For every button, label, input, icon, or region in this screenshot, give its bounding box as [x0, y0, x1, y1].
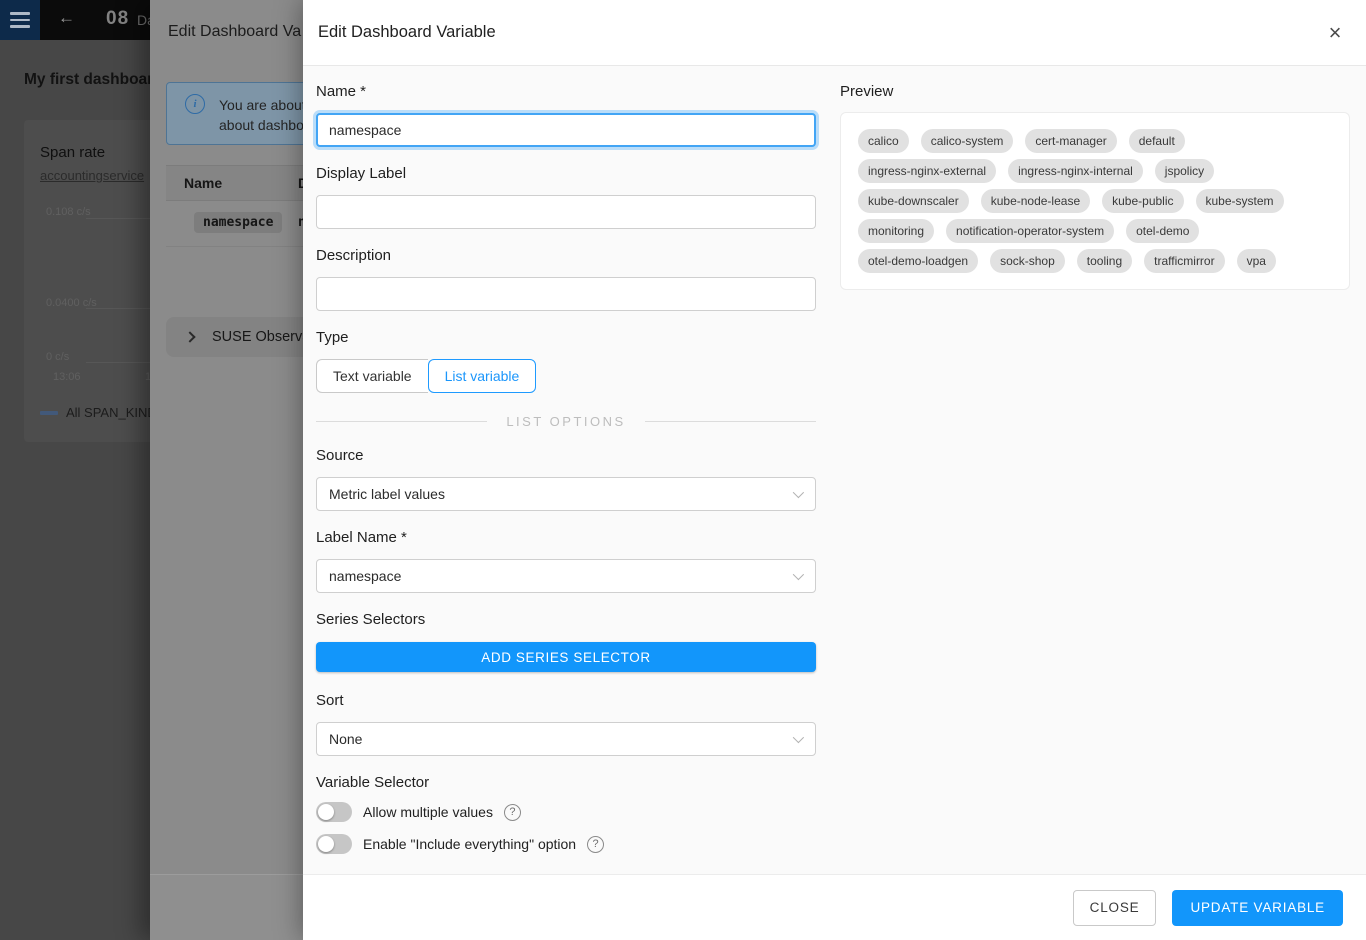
include-everything-row: Enable "Include everything" option ? — [316, 833, 816, 855]
chip-row: kube-downscaler kube-node-lease kube-publi… — [858, 189, 1332, 213]
preview-chip: otel-demo — [1126, 219, 1199, 243]
display-label-field-label: Display Label — [316, 165, 816, 182]
type-toggle-group: Text variable List variable — [316, 359, 816, 393]
preview-chip: cert-manager — [1025, 129, 1116, 153]
preview-chip-rows: calico calico-system cert-manager default in… — [858, 129, 1332, 273]
type-option-text-variable[interactable]: Text variable — [316, 359, 428, 393]
chip-row: ingress-nginx-external ingress-nginx-inte… — [858, 159, 1332, 183]
allow-multiple-values-row: Allow multiple values ? — [316, 801, 816, 823]
preview-chip: trafficmirror — [1144, 249, 1224, 273]
x-axis-tick: 13:06 — [53, 371, 81, 383]
legend-line-swatch — [40, 411, 58, 415]
name-input[interactable] — [316, 113, 816, 147]
chip-row: monitoring notification-operator-system ot… — [858, 219, 1332, 243]
label-name-select-value: namespace — [329, 568, 401, 584]
preview-chip: ingress-nginx-external — [858, 159, 996, 183]
display-label-input[interactable] — [316, 195, 816, 229]
list-options-divider: LIST OPTIONS — [316, 414, 816, 429]
chevron-down-icon — [793, 569, 804, 580]
y-axis-tick: 0 c/s — [46, 351, 69, 363]
toggle-label: Allow multiple values — [363, 804, 493, 820]
help-icon[interactable]: ? — [504, 804, 521, 821]
alert-text-line: You are about t — [219, 97, 313, 113]
description-field-label: Description — [316, 247, 816, 264]
panel-title: Span rate — [40, 144, 105, 161]
preview-chip: kube-node-lease — [981, 189, 1090, 213]
sort-field-label: Sort — [316, 692, 816, 709]
variable-name-chip: namespace — [194, 212, 282, 233]
divider-line — [316, 421, 487, 422]
close-icon[interactable]: × — [1320, 18, 1350, 48]
include-everything-toggle[interactable] — [316, 834, 352, 854]
preview-chip: jspolicy — [1155, 159, 1214, 183]
preview-chip: tooling — [1077, 249, 1132, 273]
divider-label: LIST OPTIONS — [487, 414, 644, 429]
chevron-down-icon — [793, 732, 804, 743]
help-icon[interactable]: ? — [587, 836, 604, 853]
preview-chip: calico-system — [921, 129, 1014, 153]
name-field-label: Name * — [316, 83, 816, 100]
close-button[interactable]: CLOSE — [1073, 890, 1157, 926]
preview-section: Preview calico calico-system cert-manager d… — [840, 66, 1350, 874]
preview-chip: monitoring — [858, 219, 934, 243]
modal-body: Name * Display Label Description Type Te… — [303, 66, 1366, 874]
modal-header: Edit Dashboard Variable × — [303, 0, 1366, 66]
sort-select[interactable]: None — [316, 722, 816, 756]
edit-dashboard-variable-modal: Edit Dashboard Variable × Name * Display… — [303, 0, 1366, 940]
chip-row: calico calico-system cert-manager default — [858, 129, 1332, 153]
source-select-value: Metric label values — [329, 486, 445, 502]
sort-select-value: None — [329, 731, 362, 747]
preview-chip: kube-downscaler — [858, 189, 969, 213]
preview-card: calico calico-system cert-manager default in… — [840, 112, 1350, 290]
allow-multiple-values-toggle[interactable] — [316, 802, 352, 822]
preview-chip: otel-demo-loadgen — [858, 249, 978, 273]
column-header-name: Name — [184, 175, 222, 191]
chart-legend-item[interactable]: All SPAN_KIND_ — [40, 405, 164, 420]
preview-chip: calico — [858, 129, 909, 153]
variable-form: Name * Display Label Description Type Te… — [316, 66, 816, 874]
panel-service-link[interactable]: accountingservice — [40, 168, 144, 183]
preview-chip: default — [1129, 129, 1185, 153]
preview-chip: kube-public — [1102, 189, 1183, 213]
preview-chip: kube-system — [1196, 189, 1284, 213]
preview-heading: Preview — [840, 83, 1350, 100]
series-selectors-label: Series Selectors — [316, 611, 816, 628]
source-field-label: Source — [316, 447, 816, 464]
chevron-right-icon — [184, 331, 195, 342]
divider-line — [645, 421, 816, 422]
info-icon: i — [185, 94, 205, 114]
label-name-field-label: Label Name * — [316, 529, 816, 546]
modal-title: Edit Dashboard Variable — [318, 23, 496, 42]
type-option-list-variable[interactable]: List variable — [428, 359, 537, 393]
chip-row: otel-demo-loadgen sock-shop tooling traffic… — [858, 249, 1332, 273]
preview-chip: sock-shop — [990, 249, 1065, 273]
variable-selector-label: Variable Selector — [316, 774, 816, 791]
source-select[interactable]: Metric label values — [316, 477, 816, 511]
preview-chip: notification-operator-system — [946, 219, 1114, 243]
app-logo[interactable]: 08 — [106, 8, 129, 30]
toggle-label: Enable "Include everything" option — [363, 836, 576, 852]
y-axis-tick: 0.108 c/s — [46, 206, 91, 218]
preview-chip: ingress-nginx-internal — [1008, 159, 1143, 183]
hamburger-icon — [10, 12, 30, 15]
label-name-select[interactable]: namespace — [316, 559, 816, 593]
description-input[interactable] — [316, 277, 816, 311]
dialog-title: Edit Dashboard Va — [168, 23, 301, 41]
back-arrow-icon[interactable]: ← — [58, 8, 75, 28]
modal-footer: CLOSE UPDATE VARIABLE — [303, 874, 1366, 940]
hamburger-menu-button[interactable] — [0, 0, 40, 40]
preview-chip: vpa — [1237, 249, 1276, 273]
page-title: My first dashboard — [24, 71, 163, 89]
type-field-label: Type — [316, 329, 816, 346]
update-variable-button[interactable]: UPDATE VARIABLE — [1172, 890, 1343, 926]
alert-text-line: about dashboa — [219, 117, 312, 133]
add-series-selector-button[interactable]: ADD SERIES SELECTOR — [316, 642, 816, 672]
chevron-down-icon — [793, 487, 804, 498]
